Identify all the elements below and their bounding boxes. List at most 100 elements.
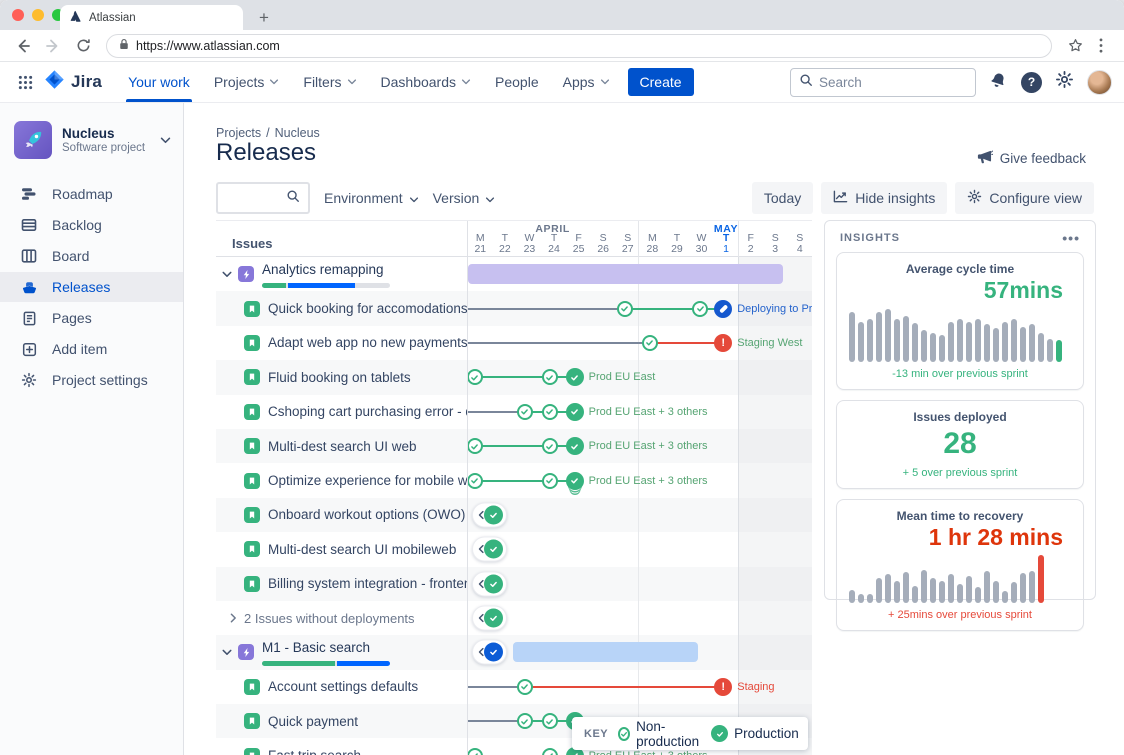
collapsed-deployments-pill[interactable] — [472, 640, 507, 665]
timeline-search[interactable] — [216, 182, 310, 214]
day-column: S4 — [788, 233, 812, 255]
forward-icon[interactable] — [40, 33, 66, 59]
help-icon[interactable]: ? — [1021, 72, 1042, 93]
issue-name[interactable]: Adapt web app no new payments provi — [268, 335, 467, 350]
timeline-cell — [467, 532, 812, 566]
deployment-alert-icon[interactable] — [714, 678, 732, 696]
deployment-filled-icon[interactable] — [566, 368, 584, 386]
deployment-outline-icon[interactable] — [517, 679, 533, 695]
sidebar-item-backlog[interactable]: Backlog — [0, 210, 183, 240]
deployment-outline-icon[interactable] — [467, 369, 483, 385]
breadcrumb-projects-link[interactable]: Projects — [216, 126, 261, 140]
deployment-outline-icon[interactable] — [692, 301, 708, 317]
jira-home-link[interactable]: Jira — [44, 69, 102, 95]
deployment-filled-icon[interactable] — [566, 403, 584, 421]
today-button[interactable]: Today — [752, 182, 813, 214]
issue-name[interactable]: Quick payment — [268, 714, 358, 729]
user-avatar[interactable] — [1087, 70, 1112, 95]
key-legend-label: KEY — [584, 728, 608, 740]
deployment-filled-stack-icon[interactable] — [566, 472, 584, 490]
reload-icon[interactable] — [70, 33, 96, 59]
deployment-outline-icon[interactable] — [542, 473, 558, 489]
sidebar-item-board[interactable]: Board — [0, 241, 183, 271]
project-switcher[interactable]: Nucleus Software project — [0, 103, 183, 173]
deployment-outline-icon[interactable] — [542, 404, 558, 420]
create-button[interactable]: Create — [628, 68, 694, 96]
deployment-outline-icon[interactable] — [642, 335, 658, 351]
version-timeline-bar[interactable] — [513, 642, 699, 662]
breadcrumb-current-link[interactable]: Nucleus — [275, 126, 320, 140]
sidebar-item-project-settings[interactable]: Project settings — [0, 365, 183, 395]
collapsed-deployments-pill[interactable] — [472, 606, 507, 631]
close-window-button[interactable] — [12, 9, 24, 21]
deployment-outline-icon[interactable] — [542, 713, 558, 729]
issue-name[interactable]: Multi-dest search UI mobileweb — [268, 542, 456, 557]
deployment-outline-icon[interactable] — [517, 404, 533, 420]
nav-item-your-work[interactable]: Your work — [116, 62, 202, 102]
nav-item-people[interactable]: People — [483, 62, 551, 102]
app-switcher-icon[interactable] — [12, 69, 38, 95]
issue-name[interactable]: Fluid booking on tablets — [268, 370, 411, 385]
group-row-label[interactable]: 2 Issues without deployments — [244, 611, 415, 626]
chart-bar — [876, 312, 882, 362]
sidebar-item-roadmap[interactable]: Roadmap — [0, 179, 183, 209]
chevron-right-icon[interactable] — [230, 613, 237, 623]
give-feedback-button[interactable]: Give feedback — [977, 149, 1086, 168]
issue-name[interactable]: Onboard workout options (OWO) — [268, 507, 465, 522]
chevron-down-icon[interactable] — [222, 271, 232, 278]
issue-name[interactable]: Account settings defaults — [268, 679, 418, 694]
deployment-filled-icon[interactable] — [566, 437, 584, 455]
deployment-deploy-icon[interactable] — [714, 300, 732, 318]
timeline-search-input[interactable] — [224, 191, 286, 206]
back-icon[interactable] — [10, 33, 36, 59]
environment-filter-dropdown[interactable]: Environment — [324, 190, 419, 206]
issue-name[interactable]: M1 - Basic search — [262, 640, 370, 655]
sidebar-item-pages[interactable]: Pages — [0, 303, 183, 333]
issue-name[interactable]: Fast trip search — [268, 748, 361, 755]
address-bar[interactable]: https://www.atlassian.com — [106, 34, 1052, 58]
notifications-bell-icon[interactable] — [989, 70, 1008, 94]
issue-name[interactable]: Quick booking for accomodations — [268, 301, 467, 316]
minimize-window-button[interactable] — [32, 9, 44, 21]
issue-name[interactable]: Analytics remapping — [262, 262, 384, 277]
browser-menu-icon[interactable] — [1088, 33, 1114, 59]
chevron-down-icon[interactable] — [222, 649, 232, 656]
nav-item-filters[interactable]: Filters — [291, 62, 368, 102]
issue-name[interactable]: Billing system integration - frontend — [268, 576, 467, 591]
deployment-outline-icon[interactable] — [467, 473, 483, 489]
new-tab-button[interactable]: + — [252, 6, 276, 30]
insights-menu-button[interactable]: ••• — [1062, 234, 1080, 242]
sidebar-item-add-item[interactable]: Add item — [0, 334, 183, 364]
epic-timeline-bar[interactable] — [468, 264, 783, 284]
sidebar-item-releases[interactable]: Releases — [0, 272, 183, 302]
configure-view-button[interactable]: Configure view — [955, 182, 1094, 214]
nav-item-dashboards[interactable]: Dashboards — [369, 62, 484, 102]
bookmark-star-icon[interactable] — [1062, 33, 1088, 59]
deployment-alert-icon[interactable] — [714, 334, 732, 352]
deployment-outline-icon[interactable] — [542, 438, 558, 454]
deployment-outline-icon[interactable] — [617, 301, 633, 317]
issue-cell: Onboard workout options (OWO) — [216, 498, 467, 532]
browser-tab[interactable]: Atlassian — [60, 5, 243, 30]
global-search-input[interactable] — [819, 75, 949, 90]
collapsed-deployments-pill[interactable] — [472, 502, 507, 527]
window-controls[interactable] — [12, 9, 64, 21]
deployment-outline-icon[interactable] — [542, 748, 558, 755]
nav-item-projects[interactable]: Projects — [202, 62, 292, 102]
deployment-outline-icon[interactable] — [467, 748, 483, 755]
issue-name[interactable]: Multi-dest search UI web — [268, 439, 417, 454]
version-filter-dropdown[interactable]: Version — [433, 190, 496, 206]
chart-bar — [1038, 555, 1044, 603]
deployment-outline-icon[interactable] — [467, 438, 483, 454]
deployment-outline-icon[interactable] — [542, 369, 558, 385]
global-search[interactable] — [790, 68, 976, 97]
hide-insights-button[interactable]: Hide insights — [821, 182, 947, 214]
collapsed-deployments-pill[interactable] — [472, 571, 507, 596]
deployment-outline-icon[interactable] — [517, 713, 533, 729]
collapsed-deployments-pill[interactable] — [472, 537, 507, 562]
nav-item-apps[interactable]: Apps — [551, 62, 622, 102]
issue-name[interactable]: Cshoping cart purchasing error - quick — [268, 404, 467, 419]
settings-gear-icon[interactable] — [1055, 70, 1074, 94]
issue-name[interactable]: Optimize experience for mobile web — [268, 473, 467, 488]
deployment-status-label: Deploying to Prod — [737, 303, 812, 315]
